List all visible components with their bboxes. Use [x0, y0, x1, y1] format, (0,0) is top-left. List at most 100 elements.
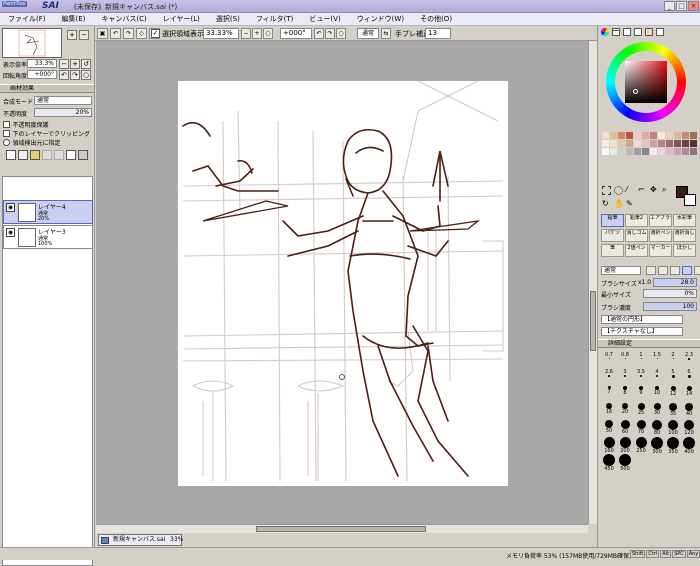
- vertical-scroll-thumb[interactable]: [590, 291, 596, 351]
- vertical-scrollbar[interactable]: [588, 41, 597, 524]
- redo-button[interactable]: ↷: [123, 28, 134, 39]
- color-swatch[interactable]: [682, 132, 689, 139]
- clipping-checkbox[interactable]: [3, 130, 10, 137]
- color-swatch[interactable]: [674, 148, 681, 155]
- brush-size-preset[interactable]: 2: [665, 352, 681, 367]
- brush-size-preset[interactable]: 7: [601, 386, 617, 401]
- tool-button[interactable]: 2値ペン: [625, 244, 648, 257]
- eye-icon[interactable]: ◉: [6, 228, 15, 237]
- brush-size-preset[interactable]: 160: [601, 437, 617, 454]
- minimize-button[interactable]: _: [664, 1, 675, 11]
- color-swatch[interactable]: [602, 132, 609, 139]
- angle-field[interactable]: +000°: [27, 70, 57, 79]
- tool-button[interactable]: マーカー: [649, 244, 672, 257]
- brush-mode-select[interactable]: 通常: [601, 266, 641, 275]
- zoom-decrease-button[interactable]: −: [59, 59, 69, 69]
- brush-size-preset[interactable]: 70: [633, 420, 649, 435]
- new-linework-layer-icon[interactable]: [18, 150, 28, 160]
- tool-button[interactable]: 筆: [601, 244, 624, 257]
- color-swatch[interactable]: [650, 132, 657, 139]
- brush-size-preset[interactable]: 80: [649, 420, 665, 436]
- color-swatch[interactable]: [690, 148, 697, 155]
- tool-button[interactable]: 消しゴム: [625, 229, 648, 242]
- color-swatch[interactable]: [634, 132, 641, 139]
- color-swatch[interactable]: [650, 140, 657, 147]
- layer-row[interactable]: ◉ レイヤー4 通常 20%: [3, 200, 93, 224]
- brush-size-preset[interactable]: 10: [649, 386, 665, 401]
- eye-icon[interactable]: ◉: [6, 203, 15, 212]
- layer-row[interactable]: ◉ レイヤー3 通常 100%: [3, 225, 93, 249]
- color-wheel-tab-icon[interactable]: [601, 28, 609, 36]
- brush-size-preset[interactable]: 1: [633, 352, 649, 367]
- tool-button[interactable]: エアブラシ: [649, 214, 672, 227]
- color-swatch[interactable]: [618, 132, 625, 139]
- horizontal-scrollbar[interactable]: [96, 524, 588, 533]
- lasso-icon[interactable]: [614, 186, 623, 195]
- brush-size-preset[interactable]: 120: [681, 420, 697, 436]
- brush-size-preset[interactable]: 200: [617, 437, 633, 454]
- horizontal-scroll-thumb[interactable]: [256, 526, 426, 532]
- color-swatch[interactable]: [642, 140, 649, 147]
- color-swatch[interactable]: [690, 132, 697, 139]
- preserve-opacity-checkbox[interactable]: [3, 121, 10, 128]
- zoom-icon[interactable]: ⌕: [662, 186, 671, 195]
- tip-shape-4-icon[interactable]: [682, 266, 692, 275]
- brush-size-preset[interactable]: 30: [649, 403, 665, 418]
- secondary-color-box[interactable]: [684, 194, 696, 206]
- stabilizer-select[interactable]: 13: [425, 28, 451, 39]
- brush-size-preset[interactable]: 3.5: [633, 369, 649, 384]
- canvas-area[interactable]: [96, 41, 588, 524]
- selection-display-checkbox[interactable]: ✓: [151, 29, 160, 38]
- new-layer-icon[interactable]: [6, 150, 16, 160]
- rotate-reset-button[interactable]: ○: [81, 70, 91, 80]
- tip-shape-1-icon[interactable]: [646, 266, 656, 275]
- brush-density-slider[interactable]: 100: [643, 302, 697, 311]
- rotate-icon[interactable]: ↻: [602, 199, 611, 209]
- brush-size-preset[interactable]: 6: [681, 369, 697, 384]
- eyedropper-icon[interactable]: ⌐: [638, 186, 647, 195]
- color-swatch[interactable]: [626, 132, 633, 139]
- menu-filter[interactable]: フィルタ(T): [248, 14, 302, 24]
- tool-button[interactable]: 鉛筆: [601, 214, 624, 227]
- color-swatch[interactable]: [602, 148, 609, 155]
- color-swatch[interactable]: [610, 132, 617, 139]
- preserve-opacity-option[interactable]: 不透明度保護: [3, 120, 49, 129]
- menu-layer[interactable]: レイヤー(L): [155, 14, 208, 24]
- rect-select-icon[interactable]: [602, 186, 611, 195]
- hand-icon[interactable]: ✋: [614, 199, 624, 209]
- nav-zoom-in-button[interactable]: +: [67, 30, 77, 40]
- move-icon[interactable]: ✥: [650, 186, 659, 195]
- color-swatch[interactable]: [666, 148, 673, 155]
- merge-down-icon[interactable]: [54, 150, 64, 160]
- tip-shape-3-icon[interactable]: [670, 266, 680, 275]
- brush-size-preset[interactable]: 250: [633, 437, 649, 454]
- brush-size-preset[interactable]: 3: [617, 369, 633, 384]
- color-swatch[interactable]: [642, 148, 649, 155]
- min-size-slider[interactable]: 0%: [643, 289, 697, 298]
- brush-size-preset[interactable]: 350: [665, 437, 681, 455]
- nav-zoom-out-button[interactable]: −: [79, 30, 89, 40]
- brush-size-preset[interactable]: 25: [633, 403, 649, 418]
- brush-texture-select[interactable]: 【テクスチャなし】: [601, 327, 683, 336]
- menu-other[interactable]: その他(O): [412, 14, 460, 24]
- drawing-canvas[interactable]: [178, 80, 508, 486]
- hsv-slider-tab-icon[interactable]: [623, 28, 631, 36]
- color-swatch[interactable]: [674, 140, 681, 147]
- brush-size-preset[interactable]: 400: [681, 437, 697, 455]
- color-swatch[interactable]: [650, 148, 657, 155]
- color-swatch[interactable]: [682, 140, 689, 147]
- tip-shape-5-icon[interactable]: [694, 266, 700, 275]
- brush-size-preset[interactable]: 12: [665, 386, 681, 401]
- menu-edit[interactable]: 編集(E): [54, 14, 94, 24]
- toolbar-mode-select[interactable]: 通常: [357, 28, 379, 39]
- transfer-down-icon[interactable]: [42, 150, 52, 160]
- flip-horizontal-button[interactable]: ⇆: [381, 28, 391, 39]
- tool-button[interactable]: 選択消し: [673, 229, 696, 242]
- toolbar-rotate-left-button[interactable]: ↶: [314, 28, 324, 39]
- menu-window[interactable]: ウィンドウ(W): [349, 14, 412, 24]
- brush-size-preset[interactable]: 50: [601, 420, 617, 435]
- texture-effect-section[interactable]: 画材効果: [0, 84, 94, 93]
- eraser-small-icon[interactable]: ✎: [626, 199, 635, 209]
- tool-button[interactable]: バケツ: [601, 229, 624, 242]
- navigator-preview[interactable]: [2, 28, 62, 58]
